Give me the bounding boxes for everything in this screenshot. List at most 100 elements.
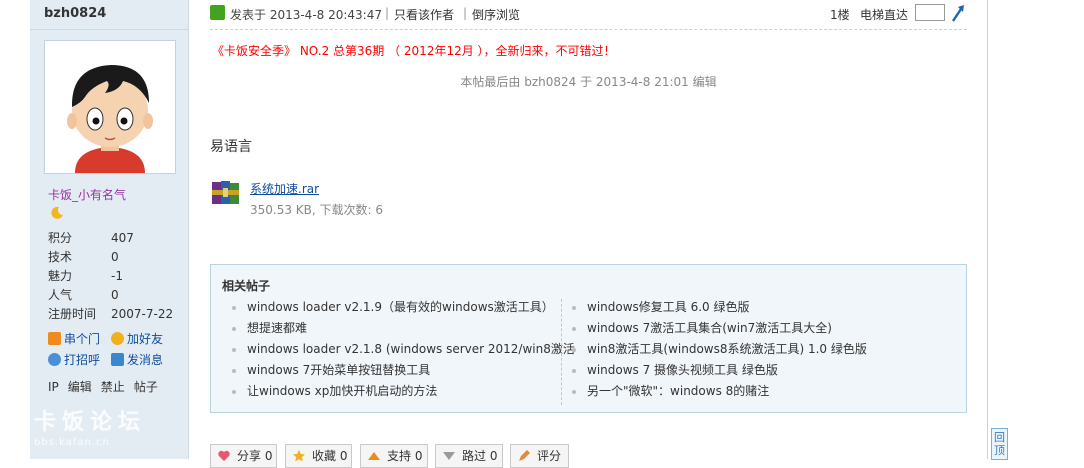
stat-label: 注册时间: [48, 307, 97, 321]
related-list-left: windows loader v2.1.9（最有效的windows激活工具） 想…: [211, 297, 575, 402]
button-label: 评分: [537, 449, 562, 463]
related-thread-link[interactable]: windows 7开始菜单按钮替换工具: [211, 360, 575, 381]
button-label: 收藏 0: [312, 449, 348, 463]
rank-moon-icon: [50, 206, 64, 223]
related-thread-link[interactable]: windows 7 摄像头视频工具 绿色版: [551, 360, 867, 381]
related-thread-link[interactable]: windows loader v2.1.8 (windows server 20…: [211, 339, 575, 360]
bullet: [232, 389, 236, 394]
related-thread-link[interactable]: windows 7激活工具集合(win7激活工具大全): [551, 318, 867, 339]
action-label: 加好友: [127, 332, 164, 346]
home-icon: [48, 332, 61, 345]
favorite-button[interactable]: 收藏 0: [285, 444, 352, 468]
stat-value: 2007-7-22: [111, 307, 174, 321]
related-thread-link[interactable]: 想提速都难: [211, 318, 575, 339]
rate-button[interactable]: 评分: [510, 444, 569, 468]
attachment-meta: 350.53 KB, 下载次数: 6: [250, 203, 384, 217]
stat-label: 魅力: [48, 269, 73, 283]
add-friend-button[interactable]: 加好友: [111, 331, 163, 347]
stat-value: 407: [111, 231, 134, 245]
stat-value: -1: [111, 269, 123, 283]
poke-icon: [48, 353, 61, 366]
poke-button[interactable]: 打招呼: [48, 352, 100, 368]
post-online-icon: [210, 5, 225, 20]
jump-arrow-icon: [952, 5, 964, 22]
post-header: 发表于 2013-4-8 20:43:47 | 只看该作者 | 倒序浏览 1楼 …: [210, 3, 967, 26]
button-label: 分享 0: [237, 449, 273, 463]
post-body: 易语言: [210, 139, 252, 155]
thread-title: windows 7激活工具集合(win7激活工具大全): [587, 321, 832, 335]
attachment-link[interactable]: 系统加速.rar: [250, 180, 319, 197]
thread-title: windows loader v2.1.8 (windows server 20…: [247, 342, 575, 356]
rar-archive-icon: [212, 181, 239, 204]
edit-user-link[interactable]: 编辑: [68, 380, 92, 394]
watermark-title: 卡饭论坛: [34, 410, 147, 435]
bullet: [572, 368, 576, 373]
avatar-image: [45, 41, 175, 173]
content-border: [987, 0, 988, 459]
rate-icon: [519, 450, 530, 461]
post-timestamp: 发表于 2013-4-8 20:43:47: [230, 8, 382, 22]
bullet: [232, 368, 236, 373]
ip-link[interactable]: IP: [48, 380, 59, 394]
share-button[interactable]: 分享 0: [210, 444, 277, 468]
related-thread-link[interactable]: windows loader v2.1.9（最有效的windows激活工具）: [211, 297, 575, 318]
username[interactable]: bzh0824: [44, 6, 106, 21]
user-posts-link[interactable]: 帖子: [134, 380, 158, 394]
stat-value: 0: [111, 250, 119, 264]
star-icon: [293, 450, 305, 462]
thread-title: windows loader v2.1.9（最有效的windows激活工具）: [247, 300, 554, 314]
reverse-order-link[interactable]: 倒序浏览: [472, 6, 520, 23]
thread-title: win8激活工具(windows8系统激活工具) 1.0 绿色版: [587, 342, 867, 356]
action-label: 打招呼: [64, 353, 101, 367]
divider: [30, 29, 188, 30]
related-thread-link[interactable]: 让windows xp加快开机启动的方法: [211, 381, 575, 402]
thumbs-up-icon: [368, 452, 380, 460]
stat-row: 技术 0: [48, 248, 173, 267]
bullet: [232, 326, 236, 331]
separator: |: [385, 6, 390, 20]
stat-label: 技术: [48, 250, 73, 264]
forum-watermark: 卡饭论坛 bbs.kafan.cn: [34, 404, 146, 448]
stat-row: 魅力 -1: [48, 267, 173, 286]
pass-by-button[interactable]: 路过 0: [435, 444, 503, 468]
button-label: 支持 0: [387, 449, 423, 463]
user-stats: 积分 407 技术 0 魅力 -1 人气 0 注册时间 2007-7-22: [48, 229, 173, 324]
avatar[interactable]: [44, 40, 176, 174]
stat-value: 0: [111, 288, 119, 302]
action-label: 串个门: [64, 332, 101, 346]
stat-row: 积分 407: [48, 229, 173, 248]
ban-user-link[interactable]: 禁止: [101, 380, 125, 394]
related-threads-box: 相关帖子 windows loader v2.1.9（最有效的windows激活…: [210, 264, 967, 413]
header-divider: [210, 29, 967, 30]
bullet: [232, 347, 236, 352]
promo-banner-link[interactable]: 《卡饭安全季》 NO.2 总第36期 （ 2012年12月 ），全新归来，不可错…: [212, 42, 616, 59]
thread-title: 让windows xp加快开机启动的方法: [247, 384, 438, 398]
related-title: 相关帖子: [222, 279, 271, 293]
bullet: [572, 389, 576, 394]
back-to-top-button[interactable]: 回顶: [991, 428, 1008, 460]
thread-title: 另一个"微软"：windows 8的赌注: [587, 384, 770, 398]
send-message-button[interactable]: 发消息: [111, 352, 163, 368]
support-button[interactable]: 支持 0: [360, 444, 428, 468]
related-list-right: windows修复工具 6.0 绿色版 windows 7激活工具集合(win7…: [551, 297, 867, 402]
thumbs-down-icon: [443, 452, 455, 460]
bullet: [572, 326, 576, 331]
visit-home-button[interactable]: 串个门: [48, 331, 100, 347]
admin-links: IP 编辑 禁止 帖子: [48, 378, 167, 395]
bullet: [572, 305, 576, 310]
floor-jump-input[interactable]: [915, 4, 945, 21]
thread-title: windows 7 摄像头视频工具 绿色版: [587, 363, 778, 377]
edit-note: 本帖最后由 bzh0824 于 2013-4-8 21:01 编辑: [460, 75, 717, 89]
stat-label: 人气: [48, 288, 73, 302]
related-thread-link[interactable]: windows修复工具 6.0 绿色版: [551, 297, 867, 318]
bullet: [232, 305, 236, 310]
floor-jump-button[interactable]: [950, 3, 966, 26]
thread-title: windows 7开始菜单按钮替换工具: [247, 363, 431, 377]
floor-number: 1楼: [830, 8, 850, 22]
related-thread-link[interactable]: win8激活工具(windows8系统激活工具) 1.0 绿色版: [551, 339, 867, 360]
thread-title: windows修复工具 6.0 绿色版: [587, 300, 750, 314]
user-group[interactable]: 卡饭_小有名气: [48, 186, 126, 203]
only-author-link[interactable]: 只看该作者: [394, 6, 454, 23]
stat-row: 人气 0: [48, 286, 173, 305]
related-thread-link[interactable]: 另一个"微软"：windows 8的赌注: [551, 381, 867, 402]
